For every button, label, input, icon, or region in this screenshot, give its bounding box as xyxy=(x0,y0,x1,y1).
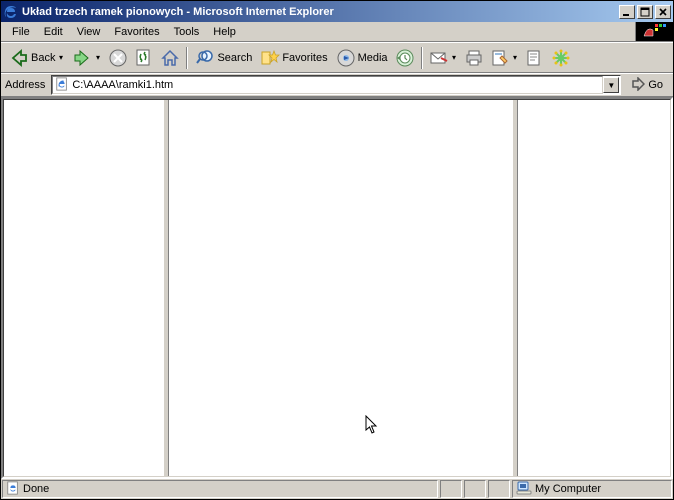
forward-arrow-icon xyxy=(72,48,92,68)
back-label: Back xyxy=(31,52,55,64)
status-text: Done xyxy=(23,483,49,495)
minimize-button[interactable] xyxy=(619,5,635,19)
go-label: Go xyxy=(648,79,663,91)
menu-favorites[interactable]: Favorites xyxy=(107,24,166,40)
toolbar: Back ▾ ▾ Search Favorites Media xyxy=(1,42,673,73)
mail-icon xyxy=(429,48,449,68)
separator xyxy=(421,47,423,69)
status-cell-2 xyxy=(464,480,486,498)
mail-button[interactable]: ▾ xyxy=(426,46,461,70)
media-label: Media xyxy=(358,52,388,64)
frame-left[interactable] xyxy=(4,100,163,476)
stop-icon xyxy=(108,48,128,68)
menu-view[interactable]: View xyxy=(70,24,108,40)
security-zone-text: My Computer xyxy=(535,483,601,495)
menu-file[interactable]: File xyxy=(5,24,37,40)
close-button[interactable] xyxy=(655,5,671,19)
search-label: Search xyxy=(217,52,252,64)
status-page-icon xyxy=(6,481,20,498)
edit-button[interactable]: ▾ xyxy=(487,46,522,70)
my-computer-icon xyxy=(516,481,532,498)
status-cell-1 xyxy=(440,480,462,498)
frameset xyxy=(4,100,670,476)
home-icon xyxy=(160,48,180,68)
back-dropdown[interactable]: ▾ xyxy=(57,53,64,62)
history-icon xyxy=(395,48,415,68)
print-button[interactable] xyxy=(461,46,487,70)
frame-right[interactable] xyxy=(518,100,670,476)
security-zone-cell: My Computer xyxy=(512,480,672,498)
refresh-icon xyxy=(134,48,154,68)
refresh-button[interactable] xyxy=(131,46,157,70)
forward-dropdown[interactable]: ▾ xyxy=(94,53,101,62)
stop-button[interactable] xyxy=(105,46,131,70)
messenger-icon xyxy=(551,48,571,68)
edit-dropdown[interactable]: ▾ xyxy=(512,53,519,62)
browser-window: Układ trzech ramek pionowych - Microsoft… xyxy=(0,0,674,500)
back-button[interactable]: Back ▾ xyxy=(5,46,68,70)
title-bar: Układ trzech ramek pionowych - Microsoft… xyxy=(1,1,673,22)
address-label: Address xyxy=(5,79,47,91)
status-message-cell: Done xyxy=(2,480,438,498)
address-input[interactable]: C:\AAAA\ramki1.htm xyxy=(72,79,600,91)
messenger-button[interactable] xyxy=(548,46,574,70)
menu-bar: File Edit View Favorites Tools Help xyxy=(1,22,673,42)
content-area xyxy=(1,97,673,479)
window-controls xyxy=(619,5,671,19)
back-arrow-icon xyxy=(9,48,29,68)
edit-icon xyxy=(490,48,510,68)
page-icon xyxy=(55,77,69,94)
media-icon xyxy=(336,48,356,68)
menu-tools[interactable]: Tools xyxy=(167,24,207,40)
search-icon xyxy=(195,48,215,68)
status-cell-3 xyxy=(488,480,510,498)
go-arrow-icon xyxy=(631,77,645,94)
favorites-star-icon xyxy=(260,48,280,68)
discuss-icon xyxy=(525,48,545,68)
search-button[interactable]: Search xyxy=(191,46,256,70)
menu-edit[interactable]: Edit xyxy=(37,24,70,40)
throbber xyxy=(635,22,673,41)
discuss-button[interactable] xyxy=(522,46,548,70)
go-button[interactable]: Go xyxy=(625,75,669,95)
app-icon xyxy=(3,4,19,20)
mouse-cursor xyxy=(365,415,379,438)
status-bar: Done My Computer xyxy=(1,479,673,499)
window-title: Układ trzech ramek pionowych - Microsoft… xyxy=(22,6,619,18)
maximize-button[interactable] xyxy=(637,5,653,19)
menu-help[interactable]: Help xyxy=(206,24,243,40)
history-button[interactable] xyxy=(392,46,418,70)
print-icon xyxy=(464,48,484,68)
home-button[interactable] xyxy=(157,46,183,70)
frame-center[interactable] xyxy=(169,100,512,476)
address-bar: Address C:\AAAA\ramki1.htm ▼ Go xyxy=(1,73,673,97)
separator xyxy=(186,47,188,69)
forward-button[interactable]: ▾ xyxy=(68,46,105,70)
address-field-wrap: C:\AAAA\ramki1.htm ▼ xyxy=(51,75,621,95)
mail-dropdown[interactable]: ▾ xyxy=(451,53,458,62)
favorites-label: Favorites xyxy=(282,52,327,64)
address-dropdown[interactable]: ▼ xyxy=(603,77,619,93)
media-button[interactable]: Media xyxy=(332,46,392,70)
favorites-button[interactable]: Favorites xyxy=(256,46,331,70)
